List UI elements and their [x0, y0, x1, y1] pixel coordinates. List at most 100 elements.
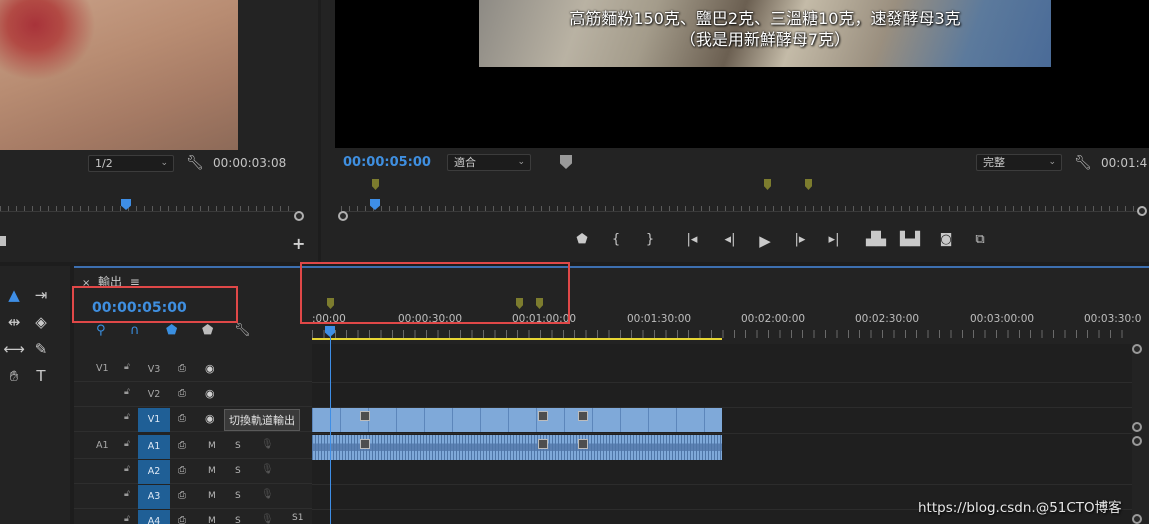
add-marker-icon[interactable]: ⬟ — [571, 232, 593, 247]
source-zoom-handle[interactable] — [294, 211, 304, 221]
track-target-a3[interactable]: A3 — [138, 485, 170, 509]
mute-button[interactable]: M — [208, 491, 216, 501]
slip-tool-icon[interactable]: ⟷ — [3, 340, 25, 358]
program-zoom-handle-right[interactable] — [1137, 206, 1147, 216]
selection-tool-icon[interactable]: ▲ — [3, 286, 25, 304]
camera-icon[interactable] — [0, 236, 6, 246]
track-target-a1[interactable]: A1 — [138, 435, 170, 459]
marker-shield-icon[interactable]: ⬟ — [202, 323, 213, 338]
sync-lock-icon[interactable]: ⎙ — [178, 388, 186, 399]
solo-button[interactable]: S — [235, 441, 241, 451]
program-monitor: 高筋麵粉150克、鹽巴2克、三溫糖10克，速發酵母3克 （我是用新鮮酵母7克） … — [321, 0, 1149, 262]
go-to-out-icon[interactable]: ▸| — [823, 232, 845, 247]
eye-icon[interactable]: ◉ — [205, 362, 215, 375]
fx-badge-icon — [538, 439, 548, 449]
solo-button[interactable]: S — [235, 516, 241, 524]
program-marker[interactable] — [805, 179, 812, 190]
sync-lock-icon[interactable]: ⎙ — [178, 363, 186, 374]
play-icon[interactable]: ▶ — [754, 232, 776, 250]
lock-icon[interactable]: 🔓︎ — [124, 489, 130, 499]
track-header-v2: 🔓︎ V2 ⎙ ◉ — [74, 383, 312, 407]
source-patch-label[interactable]: A1 — [96, 440, 109, 451]
lock-icon[interactable]: 🔓︎ — [124, 464, 130, 474]
vertical-zoom-handle[interactable] — [1132, 514, 1142, 524]
marker-shield-icon[interactable] — [560, 155, 572, 169]
track-target-v3[interactable]: V3 — [138, 358, 170, 382]
sync-lock-icon[interactable]: ⎙ — [178, 515, 186, 524]
sync-lock-icon[interactable]: ⎙ — [178, 465, 186, 476]
mark-in-icon[interactable]: { — [605, 232, 627, 247]
track-output-tooltip: 切換軌道輸出 — [224, 409, 300, 431]
mark-out-icon[interactable]: } — [639, 232, 661, 247]
mute-button[interactable]: M — [208, 441, 216, 451]
program-fit-dropdown[interactable]: 適合 ⌄ — [447, 154, 531, 171]
step-forward-icon[interactable]: |▸ — [789, 232, 811, 247]
source-patch-label[interactable]: V1 — [96, 363, 109, 374]
lock-icon[interactable]: 🔓︎ — [124, 514, 130, 524]
comparison-view-icon[interactable]: ⧉ — [969, 232, 991, 247]
snap-icon[interactable]: ⚲ — [96, 323, 106, 338]
linked-selection-icon[interactable]: ∩ — [130, 323, 140, 338]
hand-tool-icon[interactable]: ✋︎ — [3, 367, 25, 385]
track-target-a2[interactable]: A2 — [138, 460, 170, 484]
source-zoom-value: 1/2 — [95, 157, 113, 170]
step-back-icon[interactable]: ◂| — [719, 232, 741, 247]
program-quality-dropdown[interactable]: 完整 ⌄ — [976, 154, 1062, 171]
program-timecode[interactable]: 00:00:05:00 — [343, 155, 431, 170]
microphone-icon[interactable]: 🎙︎ — [261, 489, 274, 500]
add-button-icon[interactable]: + — [292, 234, 305, 253]
extract-icon[interactable]: ▙▟ — [899, 232, 921, 247]
go-to-in-icon[interactable]: |◂ — [681, 232, 703, 247]
eye-icon[interactable]: ◉ — [205, 412, 215, 425]
camera-icon[interactable]: ◙ — [935, 232, 957, 247]
solo-button[interactable]: S — [235, 466, 241, 476]
lock-icon[interactable]: 🔓︎ — [124, 362, 130, 372]
eye-icon[interactable]: ◉ — [205, 387, 215, 400]
track-target-v1[interactable]: V1 — [138, 408, 170, 432]
microphone-icon[interactable]: 🎙︎ — [261, 464, 274, 475]
program-zoom-handle-left[interactable] — [338, 211, 348, 221]
pen-tool-icon[interactable]: ✎ — [30, 340, 52, 358]
ruler-label: 00:03:30:0 — [1084, 313, 1142, 325]
mute-button[interactable]: M — [208, 516, 216, 524]
source-zoom-dropdown[interactable]: 1/2 ⌄ — [88, 155, 174, 172]
ruler-label: 00:02:30:00 — [855, 313, 920, 325]
vertical-scroll-handle[interactable] — [1132, 422, 1142, 432]
ripple-edit-tool-icon[interactable]: ⇹ — [3, 313, 25, 331]
program-marker[interactable] — [372, 179, 379, 190]
track-select-tool-icon[interactable]: ⇥ — [30, 286, 52, 304]
sync-lock-icon[interactable]: ⎙ — [178, 490, 186, 501]
vertical-scroll-handle[interactable] — [1132, 436, 1142, 446]
lock-icon[interactable]: 🔓︎ — [124, 412, 130, 422]
wrench-icon[interactable]: 🔧︎ — [186, 155, 204, 171]
work-area-bar[interactable] — [312, 338, 722, 340]
microphone-icon[interactable]: 🎙︎ — [261, 514, 274, 524]
vertical-zoom-handle[interactable] — [1132, 344, 1142, 354]
solo-button[interactable]: S — [235, 491, 241, 501]
mute-button[interactable]: M — [208, 466, 216, 476]
timeline-playhead-line[interactable] — [330, 328, 331, 524]
video-clip[interactable] — [312, 408, 722, 432]
program-marker[interactable] — [764, 179, 771, 190]
sync-lock-icon[interactable]: ⎙ — [178, 440, 186, 451]
wrench-icon[interactable]: 🔧︎ — [1074, 155, 1092, 171]
lift-icon[interactable]: ▟▙ — [865, 232, 887, 247]
track-target-a4[interactable]: A4 — [138, 510, 170, 524]
track-divider — [312, 382, 1132, 383]
type-tool-icon[interactable]: T — [30, 367, 52, 385]
lock-icon[interactable]: 🔓︎ — [124, 439, 130, 449]
microphone-icon[interactable]: 🎙︎ — [261, 439, 274, 450]
lock-icon[interactable]: 🔓︎ — [124, 387, 130, 397]
source-time-ruler[interactable] — [0, 198, 296, 212]
audio-clip[interactable] — [312, 435, 722, 460]
program-time-ruler[interactable] — [341, 198, 1141, 212]
add-marker-icon[interactable]: ⬟ — [166, 323, 177, 338]
wrench-icon[interactable]: 🔧︎ — [234, 323, 251, 338]
highlight-box-markers — [300, 262, 570, 324]
track-header-a1: A1 🔓︎ A1 ⎙ M S 🎙︎ — [74, 435, 312, 459]
track-target-v2[interactable]: V2 — [138, 383, 170, 407]
sync-lock-icon[interactable]: ⎙ — [178, 413, 186, 424]
razor-tool-icon[interactable]: ◈ — [30, 313, 52, 331]
program-duration: 00:01:4 — [1101, 156, 1148, 170]
track-header-a3: 🔓︎ A3 ⎙ M S 🎙︎ — [74, 485, 312, 509]
